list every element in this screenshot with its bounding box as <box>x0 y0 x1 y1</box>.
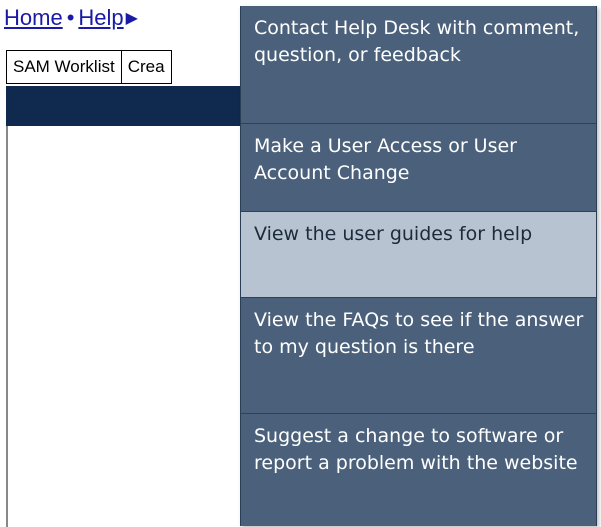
menu-item-user-access-change[interactable]: Make a User Access or User Account Chang… <box>241 124 596 212</box>
tab-sam-worklist[interactable]: SAM Worklist <box>6 50 122 84</box>
home-link[interactable]: Home <box>4 5 63 30</box>
breadcrumb-separator: • <box>66 5 75 30</box>
help-dropdown-menu: Contact Help Desk with comment, question… <box>240 6 597 526</box>
menu-item-contact-help-desk[interactable]: Contact Help Desk with comment, question… <box>241 6 596 124</box>
tab-bar: SAM Worklist Crea <box>6 50 172 84</box>
help-link-label: Help <box>78 5 124 30</box>
menu-item-suggest-change[interactable]: Suggest a change to software or report a… <box>241 414 596 526</box>
help-link[interactable]: Help ▶ <box>78 5 138 30</box>
nav-strip <box>6 86 246 126</box>
tab-create[interactable]: Crea <box>120 50 172 84</box>
page-body <box>6 126 246 527</box>
menu-item-user-guides[interactable]: View the user guides for help <box>241 212 596 298</box>
menu-item-faqs[interactable]: View the FAQs to see if the answer to my… <box>241 298 596 414</box>
breadcrumb: Home • Help ▶ <box>4 4 138 32</box>
submenu-arrow-icon: ▶ <box>125 10 138 27</box>
